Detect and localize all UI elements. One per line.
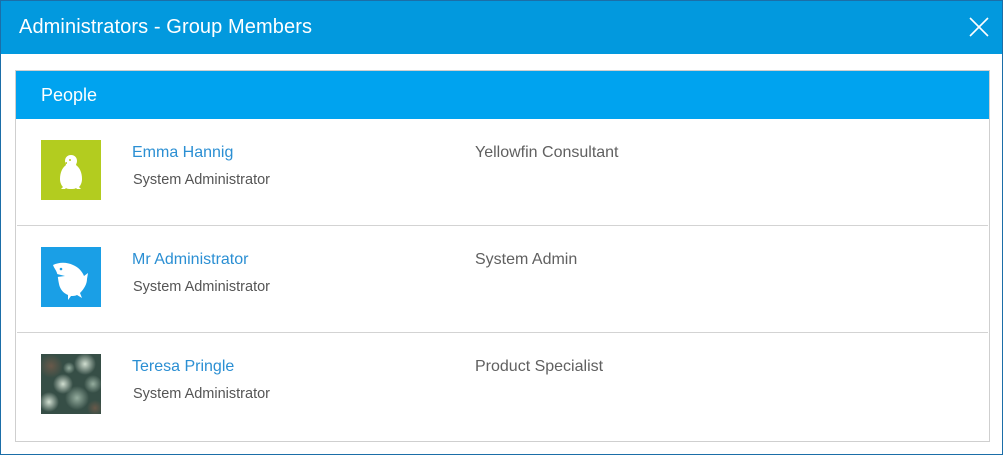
member-row: Emma Hannig System Administrator Yellowf… xyxy=(17,119,988,226)
avatar[interactable] xyxy=(41,354,101,414)
people-panel: People Emma Hannig System Administrator … xyxy=(15,70,990,442)
people-panel-header: People xyxy=(16,71,989,119)
member-role: System Administrator xyxy=(133,279,270,295)
penguin-icon xyxy=(41,140,101,200)
shark-icon xyxy=(41,247,101,307)
close-button[interactable] xyxy=(965,13,993,41)
member-name-link[interactable]: Teresa Pringle xyxy=(132,358,234,376)
member-name-link[interactable]: Emma Hannig xyxy=(132,144,233,162)
people-panel-title: People xyxy=(41,84,98,105)
avatar[interactable] xyxy=(41,140,101,200)
avatar[interactable] xyxy=(41,247,101,307)
member-role: System Administrator xyxy=(133,386,270,402)
photo-avatar xyxy=(41,354,101,414)
member-job-title: Product Specialist xyxy=(475,358,604,375)
member-row: Mr Administrator System Administrator Sy… xyxy=(17,226,988,333)
member-job-title: Yellowfin Consultant xyxy=(475,144,619,161)
member-name-link[interactable]: Mr Administrator xyxy=(132,251,248,269)
member-role: System Administrator xyxy=(133,172,270,188)
member-row: Teresa Pringle System Administrator Prod… xyxy=(17,333,988,440)
group-members-dialog: Administrators - Group Members People Em… xyxy=(0,0,1003,455)
close-icon xyxy=(969,17,989,37)
member-job-title: System Admin xyxy=(475,251,578,268)
dialog-title: Administrators - Group Members xyxy=(19,16,313,38)
dialog-titlebar: Administrators - Group Members xyxy=(1,1,1002,54)
